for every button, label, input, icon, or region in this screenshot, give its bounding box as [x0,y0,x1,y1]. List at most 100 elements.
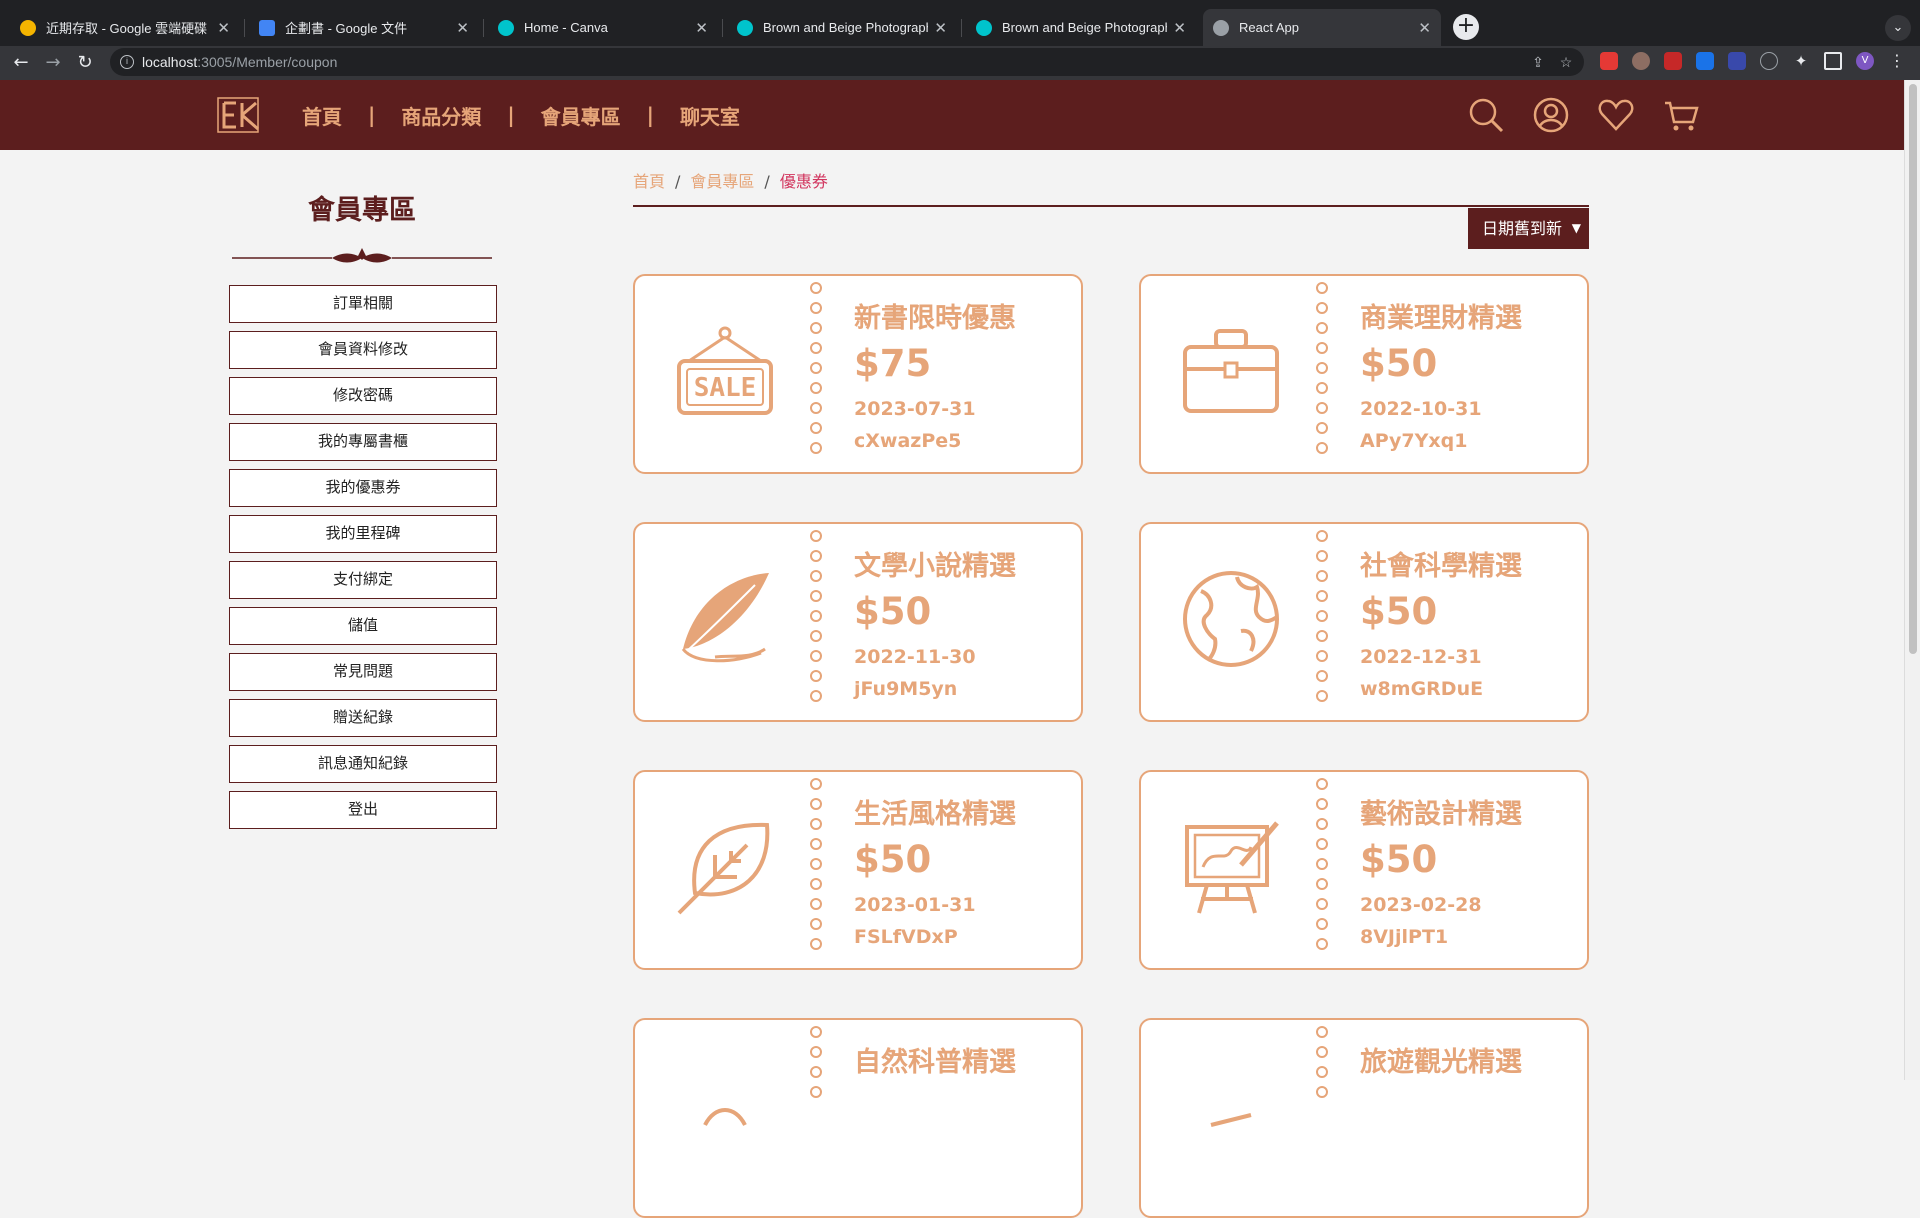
perforation [1316,778,1330,958]
coupon-expiry: 2023-07-31 [854,398,976,420]
scrollbar-thumb[interactable] [1909,84,1917,654]
coupon-title: 文學小說精選 [854,551,1016,582]
nav-chat[interactable]: 聊天室 [680,101,740,130]
travel-icon [1210,1113,1252,1127]
close-icon[interactable]: ✕ [934,19,947,37]
site-info-icon[interactable]: i [120,55,134,69]
menu-top-up[interactable]: 儲值 [229,607,497,645]
browser-tab-active[interactable]: React App ✕ [1203,9,1441,46]
menu-coupons[interactable]: 我的優惠券 [229,469,497,507]
coupon-card[interactable]: 文學小說精選 $50 2022-11-30 jFu9M5yn [633,522,1083,722]
bookmark-star-icon[interactable]: ☆ [1558,54,1574,70]
browser-tab[interactable]: 近期存取 - Google 雲端硬碟 ✕ [10,9,240,46]
coupon-amount: $50 [1360,838,1438,881]
google-docs-icon [259,19,275,36]
menu-orders[interactable]: 訂單相關 [229,285,497,323]
coupon-title: 藝術設計精選 [1360,799,1522,830]
sort-select[interactable]: 日期舊到新 ▼ [1468,208,1589,249]
search-icon[interactable] [1467,96,1505,134]
translate-icon[interactable] [1696,52,1714,70]
menu-milestones[interactable]: 我的里程碑 [229,515,497,553]
coupon-amount: $75 [854,342,932,385]
sort-label: 日期舊到新 [1482,219,1563,238]
coupon-expiry: 2022-11-30 [854,646,976,668]
side-panel-icon[interactable] [1824,52,1842,70]
cart-icon[interactable] [1662,96,1700,134]
sidebar-title: 會員專區 [308,195,416,226]
page-scrollbar[interactable] [1904,80,1920,1080]
svg-text:SALE: SALE [694,373,757,403]
coupon-code: cXwazPe5 [854,430,962,452]
perforation [810,282,824,462]
coupon-title: 新書限時優惠 [854,303,1016,334]
coupon-expiry: 2023-02-28 [1360,894,1482,916]
menu-gift-records[interactable]: 贈送紀錄 [229,699,497,737]
coupon-amount: $50 [1360,590,1438,633]
browser-tab[interactable]: Brown and Beige Photography ✕ [727,9,957,46]
coupon-card[interactable]: 藝術設計精選 $50 2023-02-28 8VJjlPT1 [1139,770,1589,970]
coupon-card[interactable]: 自然科普精選 [633,1018,1083,1218]
extension-icon[interactable] [1632,52,1650,70]
ornament-divider [232,248,492,263]
close-icon[interactable]: ✕ [1418,19,1431,37]
browser-tab[interactable]: 企劃書 - Google 文件 ✕ [249,9,479,46]
extension-icon[interactable] [1600,52,1618,70]
nav-member[interactable]: 會員專區 [541,101,621,130]
coupon-code: APy7Yxq1 [1360,430,1468,452]
menu-payment-binding[interactable]: 支付綁定 [229,561,497,599]
coupon-card[interactable]: 商業理財精選 $50 2022-10-31 APy7Yxq1 [1139,274,1589,474]
tab-search-button[interactable]: ⌄ [1885,15,1911,41]
new-tab-button[interactable]: + [1453,14,1479,40]
coupon-card[interactable]: SALE 新書限時優惠 $75 2023-07-31 cXwazPe5 [633,274,1083,474]
coupon-title: 商業理財精選 [1360,303,1522,334]
briefcase-icon [1183,329,1279,413]
site-logo[interactable] [216,95,264,135]
user-icon[interactable] [1532,96,1570,134]
perforation [810,778,824,958]
reload-icon[interactable]: ↻ [72,50,98,76]
coupon-expiry: 2023-01-31 [854,894,976,916]
coupon-card[interactable]: 生活風格精選 $50 2023-01-31 FSLfVDxP [633,770,1083,970]
share-icon[interactable]: ⇪ [1530,54,1546,70]
browser-tab[interactable]: Brown and Beige Photography ✕ [966,9,1196,46]
globe-icon [1213,19,1229,36]
menu-notifications[interactable]: 訊息通知紀錄 [229,745,497,783]
coupon-expiry: 2022-12-31 [1360,646,1482,668]
menu-change-password[interactable]: 修改密碼 [229,377,497,415]
breadcrumb-member[interactable]: 會員專區 [690,172,754,191]
close-icon[interactable]: ✕ [456,19,469,37]
coupon-title: 旅遊觀光精選 [1360,1047,1522,1078]
extension-icon[interactable] [1664,52,1682,70]
menu-logout[interactable]: 登出 [229,791,497,829]
heart-icon[interactable] [1597,96,1635,134]
perforation [1316,530,1330,710]
breadcrumb-home[interactable]: 首頁 [633,172,665,191]
main-nav: 首頁 | 商品分類 | 會員專區 | 聊天室 [302,80,740,150]
menu-faq[interactable]: 常見問題 [229,653,497,691]
forward-icon[interactable]: → [40,50,66,76]
nav-categories[interactable]: 商品分類 [401,101,481,130]
back-icon[interactable]: ← [8,50,34,76]
coupon-card[interactable]: 旅遊觀光精選 [1139,1018,1589,1218]
breadcrumb: 首頁 / 會員專區 / 優惠券 [633,172,828,191]
browser-tab[interactable]: Home - Canva ✕ [488,9,718,46]
close-icon[interactable]: ✕ [695,19,708,37]
puzzle-icon[interactable]: ✦ [1792,52,1810,70]
coupon-card[interactable]: 社會科學精選 $50 2022-12-31 w8mGRDuE [1139,522,1589,722]
perforation [1316,1026,1330,1106]
globe-icon [1183,571,1279,667]
extension-icon[interactable] [1728,52,1746,70]
more-menu-icon[interactable]: ⋮ [1888,52,1906,70]
leaf-icon [677,822,770,915]
close-icon[interactable]: ✕ [217,19,230,37]
google-drive-icon [20,19,36,36]
address-bar[interactable]: i localhost:3005/Member/coupon ⇪ ☆ [110,48,1584,76]
canva-icon [976,19,992,36]
compass-icon[interactable] [1760,52,1778,70]
easel-icon [1185,821,1279,914]
nav-home[interactable]: 首頁 [302,101,342,130]
profile-avatar[interactable]: V [1856,52,1874,70]
menu-bookshelf[interactable]: 我的專屬書櫃 [229,423,497,461]
menu-profile-edit[interactable]: 會員資料修改 [229,331,497,369]
close-icon[interactable]: ✕ [1173,19,1186,37]
